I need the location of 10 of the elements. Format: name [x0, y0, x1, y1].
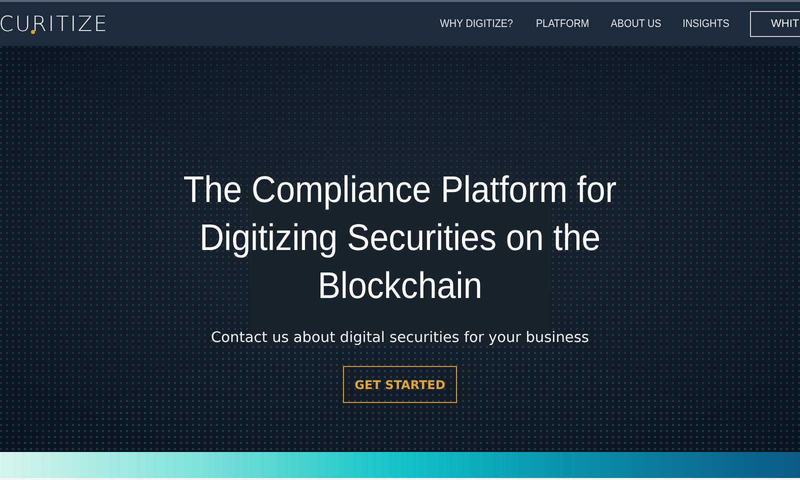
nav-link[interactable]: INSIGHTS [682, 18, 730, 30]
get-started-button[interactable]: GET STARTED [342, 366, 458, 403]
logo[interactable]: CURITIZE [0, 12, 108, 36]
dot-icon [31, 30, 35, 34]
header-button[interactable]: WHIT [750, 11, 800, 37]
nav-link[interactable]: ABOUT US [610, 18, 662, 30]
hero-subtitle: Contact us about digital securities for your business [211, 330, 589, 346]
nav-link[interactable]: WHY DIGITIZE? [440, 18, 513, 30]
nav-link[interactable]: PLATFORM [536, 18, 590, 30]
hero-title: The Compliance Platform for Digitizing Securities on the Blockchain [182, 168, 618, 308]
